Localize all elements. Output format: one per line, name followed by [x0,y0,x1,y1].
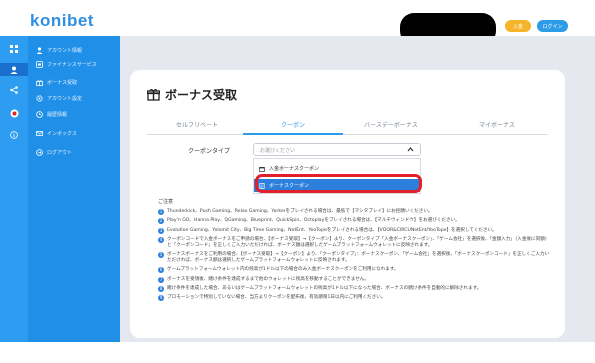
number-badge: 9 [158,295,164,302]
number-badge: 1 [158,209,164,215]
sidebar-item-label: アカウント設定 [47,95,83,102]
number-badge: 2 [158,218,164,225]
sidebar-item-label: ログアウト [47,149,73,156]
number-badge: 5 [158,252,164,259]
gift-icon [147,88,160,101]
share-icon[interactable] [0,83,28,96]
note-item: 2 Play'n GO、Hanna Play、QGaming、Blueprint、… [158,218,460,225]
clock-icon [36,110,43,118]
sidebar-item-account[interactable]: アカウント情報 [36,44,82,56]
sidebar-item-label: ファイナンスサービス [47,61,97,68]
bonus-panel: ボーナス受取 セルフリベート クーポン バースデーボーナス マイボーナス クーポ… [130,70,565,338]
deposit-button[interactable]: 入金 [505,20,531,32]
logout-icon [36,148,43,156]
record-icon[interactable] [0,107,28,120]
notes-title: ご注意 [158,199,174,205]
finance-icon [36,60,43,68]
sidebar-item-finance[interactable]: ファイナンスサービス [36,58,97,70]
sidebar-item-label: インボックス [47,130,77,137]
person-icon [36,46,43,54]
sidebar-item-settings[interactable]: アカウント設定 [36,92,82,104]
gift-icon [259,166,265,172]
option-label: 入金ボーナスクーポン [269,166,320,172]
note-item: 1 Thunderkick、Push Gaming、Relax Gaming、Yo… [158,209,433,215]
sidebar-item-history[interactable]: 履歴情報 [36,108,67,120]
top-header: konibet 入金 ログイン [0,0,595,45]
icon-rail [0,36,28,342]
number-badge: 7 [158,276,164,283]
note-item: 9 プロモーションで特別していない場合、当方よりクーポンを配布後、有効期限1日以内… [158,295,386,302]
coupon-type-label: クーポンタイプ [188,148,231,155]
coupon-type-select[interactable]: お選びください [253,143,421,156]
number-badge: 6 [158,267,164,274]
note-item: 5 ボーナスボーナスをご利用の場合、【ボーナス受取】→【クーポン】より、「クーポン… [158,252,550,264]
grid-icon[interactable] [0,42,28,55]
note-item: 4 クーポンコードで入金ボーナスをご申請の場合、【ボーナス受取】→【クーポン】より… [158,236,550,248]
active-tab-indicator [243,133,343,135]
tab-birthday-bonus[interactable]: バースデーボーナス [341,121,441,135]
number-badge: 8 [158,286,164,293]
sidebar-item-bonus[interactable]: ボーナス受取 [36,76,77,88]
sidebar-item-label: 履歴情報 [47,111,68,118]
site-logo[interactable]: konibet [30,11,94,31]
number-badge: 3 [158,227,164,234]
chevron-up-icon [407,147,414,152]
note-item: 3 Evolution Gaming、Yolomit City、Big Time … [158,227,497,234]
select-placeholder: お選びください [260,148,296,154]
gift-icon [36,79,43,86]
page-title-text: ボーナス受取 [165,88,238,102]
sidebar-item-logout[interactable]: ログアウト [36,146,72,158]
user-icon[interactable] [0,63,28,76]
note-item: 6 ゲームプラットフォームウォレット内の残高が1ドル以下の場合のみ入金ボーナスクー… [158,267,399,274]
sidebar-item-label: ボーナス受取 [47,79,78,86]
note-item: 8 賭け条件を達成した場合、あるいはゲームプラットフォームウォレットの残高が1ドル… [158,286,482,293]
info-icon[interactable] [0,128,28,141]
note-item: 7 ボーナスを受領後、賭け条件を達成するまで他のウォレットに残高を移動することがで… [158,276,369,283]
gear-icon [36,94,43,102]
tab-bar: セルフリベート クーポン バースデーボーナス マイボーナス [147,121,548,135]
page-title: ボーナス受取 [147,86,237,103]
number-badge: 4 [158,236,164,243]
mail-icon [36,130,43,136]
tab-self-rebate[interactable]: セルフリベート [147,121,247,135]
sidebar-item-inbox[interactable]: インボックス [36,127,77,139]
notes-section: ご注意 1 Thunderkick、Push Gaming、Relax Gamin… [158,198,553,305]
tab-my-bonus[interactable]: マイボーナス [447,121,547,135]
sidebar-item-label: アカウント情報 [47,47,83,54]
login-button[interactable]: ログイン [537,20,568,32]
highlight-annotation [255,174,422,193]
page-footer-gap [0,342,595,363]
